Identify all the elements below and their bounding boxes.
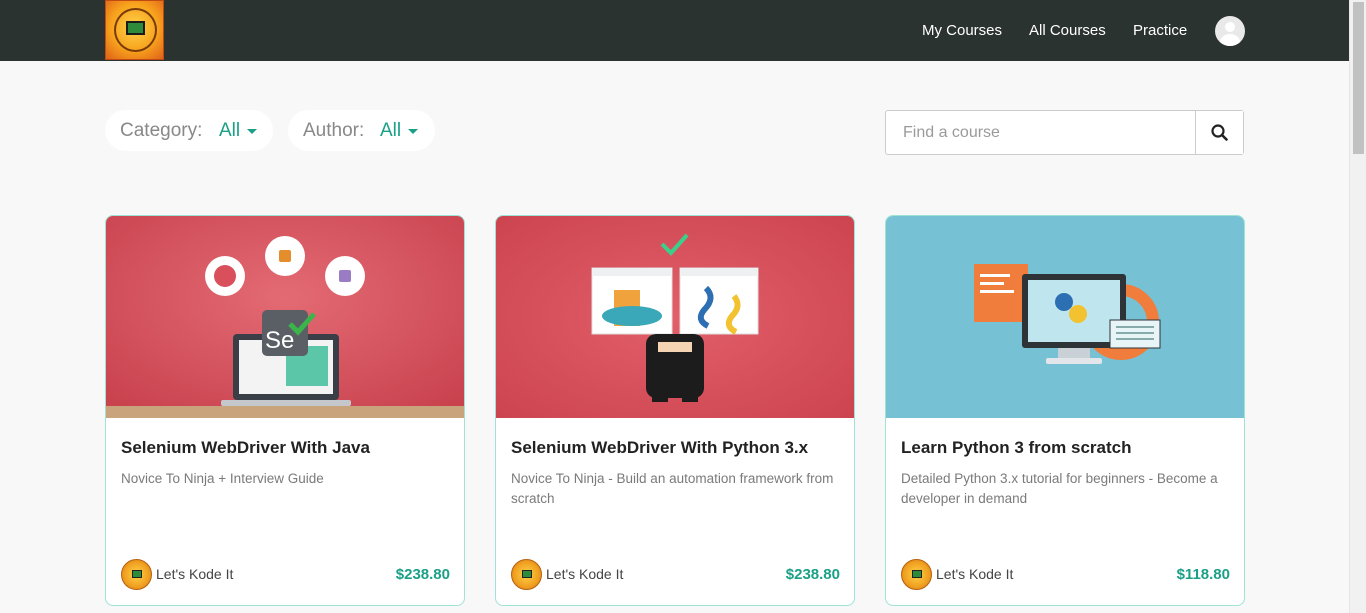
course-thumbnail (886, 216, 1244, 418)
course-card[interactable]: Selenium WebDriver With Python 3.x Novic… (495, 215, 855, 606)
search-input[interactable] (886, 111, 1195, 154)
course-title: Learn Python 3 from scratch (901, 438, 1132, 457)
scrollbar-thumb[interactable] (1353, 2, 1364, 154)
svg-text:Se: Se (265, 327, 294, 354)
course-title: Selenium WebDriver With Java (121, 438, 370, 457)
category-filter-dropdown[interactable]: Category: All (105, 110, 273, 151)
author-avatar (511, 559, 542, 590)
course-price: $238.80 (395, 566, 450, 583)
author-filter-dropdown[interactable]: Author: All (288, 110, 435, 151)
nav-all-courses[interactable]: All Courses (1029, 22, 1106, 39)
author-avatar (901, 559, 932, 590)
author-avatar (121, 559, 152, 590)
course-author: Let's Kode It (156, 566, 234, 582)
site-logo[interactable] (105, 0, 164, 60)
search-button[interactable] (1195, 111, 1243, 154)
search-icon (1211, 124, 1228, 141)
chevron-down-icon (247, 129, 257, 134)
course-thumbnail (496, 216, 854, 418)
top-navbar: My Courses All Courses Practice (0, 0, 1349, 61)
author-filter-label: Author: (303, 120, 365, 141)
author-filter-value: All (380, 120, 402, 141)
course-subtitle: Novice To Ninja - Build an automation fr… (511, 471, 834, 506)
course-title: Selenium WebDriver With Python 3.x (511, 438, 809, 457)
course-price: $238.80 (785, 566, 840, 583)
course-author: Let's Kode It (546, 566, 624, 582)
course-author: Let's Kode It (936, 566, 1014, 582)
course-thumbnail: Se (106, 216, 464, 418)
course-price: $118.80 (1176, 566, 1230, 583)
nav-practice[interactable]: Practice (1133, 22, 1187, 39)
nav-my-courses[interactable]: My Courses (922, 22, 1002, 39)
course-card[interactable]: Se Selenium WebDriver With Java Novice T… (105, 215, 465, 606)
course-card[interactable]: Learn Python 3 from scratch Detailed Pyt… (885, 215, 1245, 606)
course-subtitle: Novice To Ninja + Interview Guide (121, 471, 324, 486)
category-filter-value: All (219, 120, 241, 141)
user-avatar-icon[interactable] (1215, 16, 1245, 46)
course-subtitle: Detailed Python 3.x tutorial for beginne… (901, 471, 1218, 506)
chevron-down-icon (408, 129, 418, 134)
logo-laptop-icon (126, 21, 145, 35)
course-search (885, 110, 1244, 155)
category-filter-label: Category: (120, 120, 203, 141)
page-scrollbar[interactable] (1349, 0, 1366, 613)
